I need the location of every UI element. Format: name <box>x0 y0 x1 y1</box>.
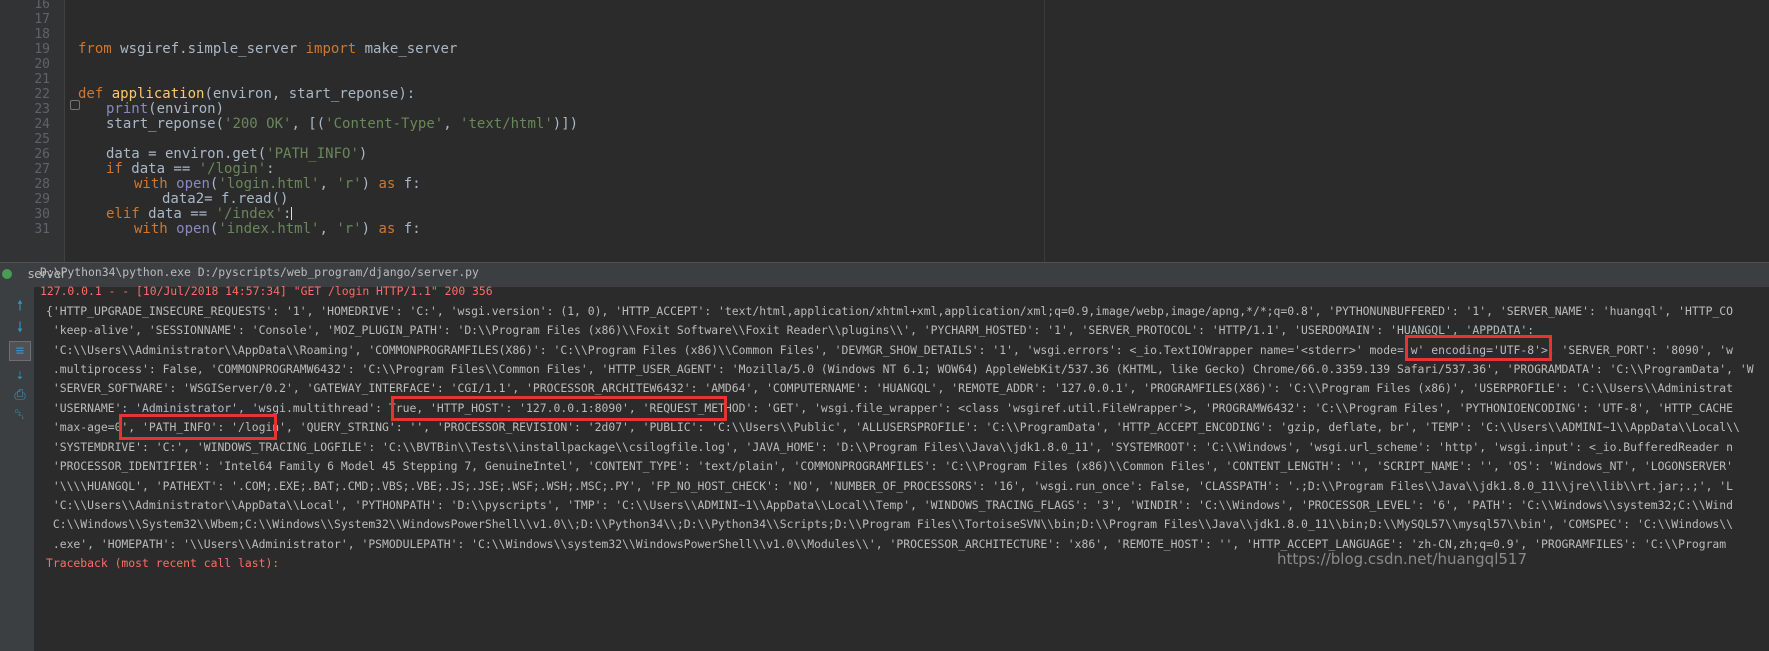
code-line: elif data == '/index': <box>106 206 293 222</box>
code-line: data2= f.read() <box>162 191 289 207</box>
trash-icon[interactable]: ␡ <box>9 405 31 425</box>
line-number: 26 <box>34 147 50 162</box>
console-line: 'PROCESSOR_IDENTIFIER': 'Intel64 Family … <box>46 459 1734 473</box>
line-number: 29 <box>34 192 50 207</box>
line-number: 22 <box>34 87 50 102</box>
console-line: {'HTTP_UPGRADE_INSECURE_REQUESTS': '1', … <box>46 304 1734 318</box>
code-line: if data == '/login': <box>106 161 275 177</box>
highlight-server-port <box>1405 335 1552 361</box>
code-line: def application(environ, start_reponse): <box>78 86 416 102</box>
line-number-gutter: 16 17 18 19 20 21 22 23 24 25 26 27 28 2… <box>0 0 65 262</box>
line-number: 25 <box>34 132 50 147</box>
line-number: 27 <box>34 162 50 177</box>
console-line: 'keep-alive', 'SESSIONNAME': 'Console', … <box>46 323 1535 337</box>
run-toolbar: 🠕 🠗 ≡ ⇣ ⎙ ␡ <box>0 287 35 651</box>
arrow-up-icon[interactable]: 🠕 <box>9 297 31 317</box>
arrow-down-icon[interactable]: 🠗 <box>9 319 31 339</box>
console-line: 'USERNAME': 'Administrator', 'wsgi.multi… <box>46 401 1734 415</box>
line-number: 28 <box>34 177 50 192</box>
code-line: print(environ) <box>106 101 225 117</box>
line-number: 20 <box>34 57 50 72</box>
line-number: 31 <box>34 222 50 237</box>
code-line: from wsgiref.simple_server import make_s… <box>78 41 458 57</box>
console-request-line: 127.0.0.1 - - [10/Jul/2018 14:57:34] "GE… <box>40 284 493 298</box>
console-line: .multiprocess': False, 'COMMONPROGRAMW64… <box>46 362 1754 376</box>
run-config-icon <box>2 269 12 279</box>
line-number: 21 <box>34 72 50 87</box>
console-line: 'max-age=0', 'PATH_INFO': '/login', 'QUE… <box>46 420 1740 434</box>
code-editor[interactable]: 16 17 18 19 20 21 22 23 24 25 26 27 28 2… <box>0 0 1769 262</box>
line-number: 24 <box>34 117 50 132</box>
line-number: 16 <box>34 0 50 12</box>
console-line: 'SERVER_SOFTWARE': 'WSGIServer/0.2', 'GA… <box>46 381 1734 395</box>
code-line: data = environ.get('PATH_INFO') <box>106 146 368 162</box>
line-number: 23 <box>34 102 50 117</box>
code-line: with open('index.html', 'r') as f: <box>134 221 421 237</box>
soft-wrap-icon[interactable]: ≡ <box>9 341 31 361</box>
console-traceback: Traceback (most recent call last): <box>46 556 280 570</box>
scroll-to-end-icon[interactable]: ⇣ <box>9 365 31 385</box>
line-number: 18 <box>34 27 50 42</box>
highlight-host-method <box>391 396 727 421</box>
right-margin-guide <box>1044 0 1045 262</box>
code-line: start_reponse('200 OK', [('Content-Type'… <box>106 116 579 132</box>
console-line: C:\\Windows\\System32\\Wbem;C:\\Windows\… <box>46 517 1734 531</box>
console-command-line: D:\Python34\python.exe D:/pyscripts/web_… <box>40 265 479 279</box>
text-caret <box>291 207 293 220</box>
code-line: with open('login.html', 'r') as f: <box>134 176 421 192</box>
console-line: '\\\\HUANGQL', 'PATHEXT': '.COM;.EXE;.BA… <box>46 479 1734 493</box>
line-number: 17 <box>34 12 50 27</box>
print-icon[interactable]: ⎙ <box>9 385 31 405</box>
console-line: 'SYSTEMDRIVE': 'C:', 'WINDOWS_TRACING_LO… <box>46 440 1734 454</box>
highlight-path-info <box>119 414 277 440</box>
line-number: 30 <box>34 207 50 222</box>
watermark: https://blog.csdn.net/huangql517 <box>1277 550 1528 568</box>
console-line: 'C:\\Users\\Administrator\\AppData\\Loca… <box>46 498 1734 512</box>
line-number: 19 <box>34 42 50 57</box>
console-lines: {'HTTP_UPGRADE_INSECURE_REQUESTS': '1', … <box>34 262 1769 651</box>
